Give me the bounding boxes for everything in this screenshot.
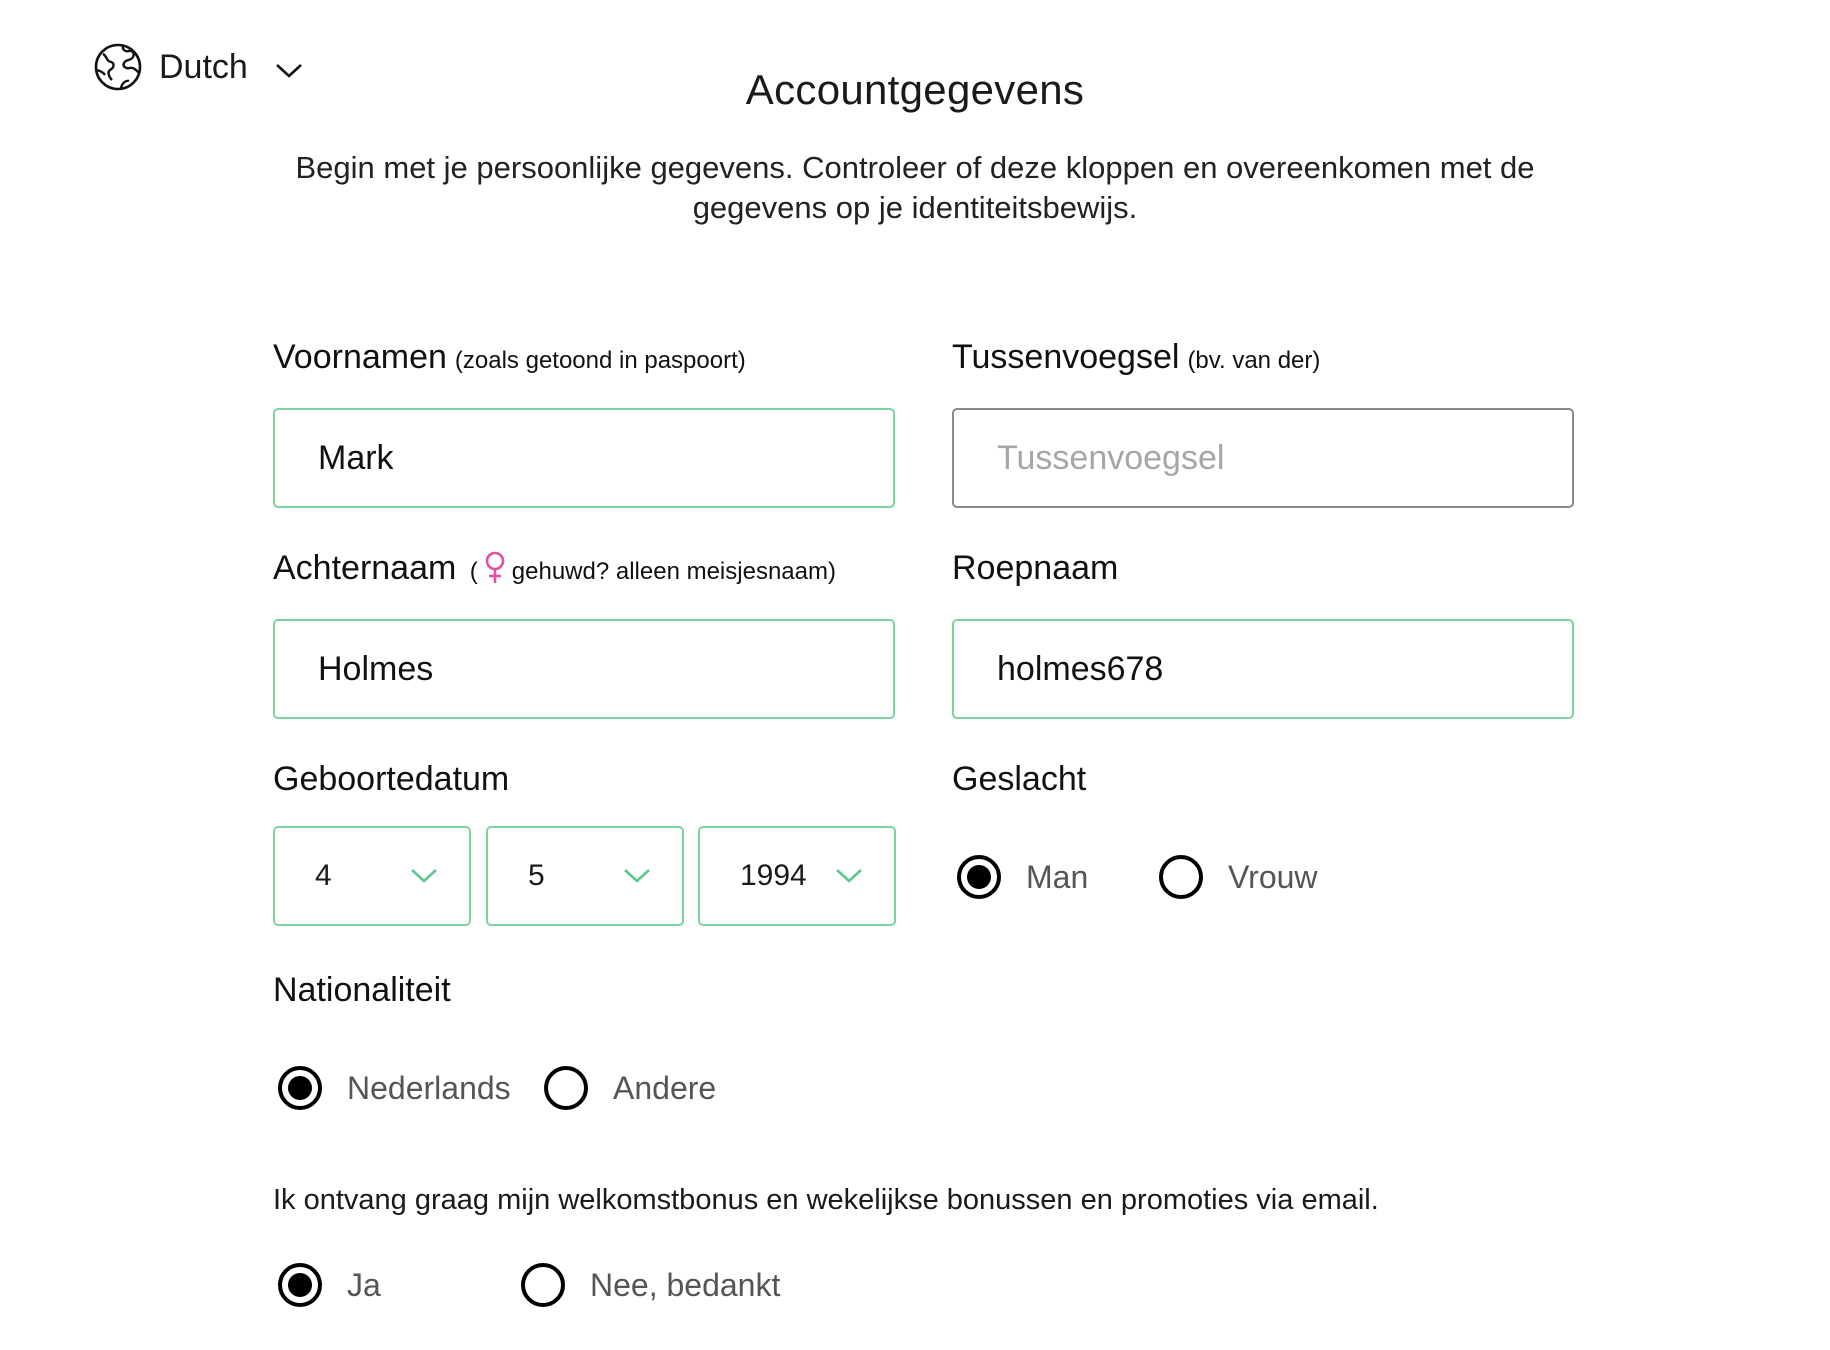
venus-icon (485, 551, 505, 583)
last-name-label-text: Achternaam (273, 549, 457, 587)
birthdate-label: Geboortedatum (273, 760, 510, 798)
radio-circle (278, 1066, 322, 1110)
radio-circle (544, 1066, 588, 1110)
radio-dot (288, 1273, 312, 1297)
nationality-option-nederlands[interactable]: Nederlands (278, 1066, 511, 1110)
infix-label: Tussenvoegsel (bv. van der) (952, 338, 1320, 377)
promotions-option-nee[interactable]: Nee, bedankt (521, 1263, 780, 1307)
birth-day-value: 4 (315, 859, 332, 892)
radio-dot (288, 1076, 312, 1100)
last-name-hint-open: ( (469, 558, 478, 585)
nickname-input[interactable] (954, 621, 1572, 717)
last-name-field (273, 619, 895, 719)
first-names-label-text: Voornamen (273, 338, 447, 376)
nationality-option-andere[interactable]: Andere (544, 1066, 716, 1110)
chevron-down-icon (624, 869, 650, 883)
gender-option-man[interactable]: Man (957, 855, 1088, 899)
birth-year-value: 1994 (740, 859, 807, 892)
radio-label: Vrouw (1228, 858, 1318, 895)
last-name-input[interactable] (275, 621, 893, 717)
last-name-hint: gehuwd? alleen meisjesnaam) (511, 558, 836, 585)
birth-year-select[interactable]: 1994 (698, 826, 896, 926)
infix-label-text: Tussenvoegsel (952, 338, 1180, 376)
last-name-label: Achternaam ( gehuwd? alleen meisjesnaam) (273, 549, 836, 588)
chevron-down-icon (411, 869, 437, 883)
nickname-label: Roepnaam (952, 549, 1119, 587)
first-names-label: Voornamen (zoals getoond in paspoort) (273, 338, 746, 377)
first-names-hint: (zoals getoond in paspoort) (454, 347, 746, 374)
radio-label: Nee, bedankt (590, 1266, 781, 1303)
radio-label: Andere (613, 1069, 717, 1106)
promotions-option-ja[interactable]: Ja (278, 1263, 381, 1307)
intro-text: Begin met je persoonlijke gegevens. Cont… (295, 150, 1535, 225)
nationality-label: Nationaliteit (273, 971, 451, 1009)
gender-option-vrouw[interactable]: Vrouw (1159, 855, 1318, 899)
birth-month-value: 5 (528, 859, 545, 892)
page-title: Accountgegevens (745, 66, 1085, 114)
chevron-down-icon (836, 869, 862, 883)
radio-circle (278, 1263, 322, 1307)
promotions-label: Ik ontvang graag mijn welkomstbonus en w… (273, 1184, 1379, 1216)
infix-input[interactable] (954, 410, 1572, 506)
nickname-field (952, 619, 1574, 719)
first-names-field (273, 408, 895, 508)
gender-label: Geslacht (952, 760, 1087, 798)
radio-circle (957, 855, 1001, 899)
first-names-input[interactable] (275, 410, 893, 506)
infix-field (952, 408, 1574, 508)
radio-circle (1159, 855, 1203, 899)
radio-label: Nederlands (347, 1069, 511, 1106)
radio-dot (967, 865, 991, 889)
birth-day-select[interactable]: 4 (273, 826, 471, 926)
radio-circle (521, 1263, 565, 1307)
birth-month-select[interactable]: 5 (486, 826, 684, 926)
radio-label: Ja (347, 1266, 381, 1303)
radio-label: Man (1026, 858, 1089, 895)
infix-hint: (bv. van der) (1187, 347, 1321, 374)
